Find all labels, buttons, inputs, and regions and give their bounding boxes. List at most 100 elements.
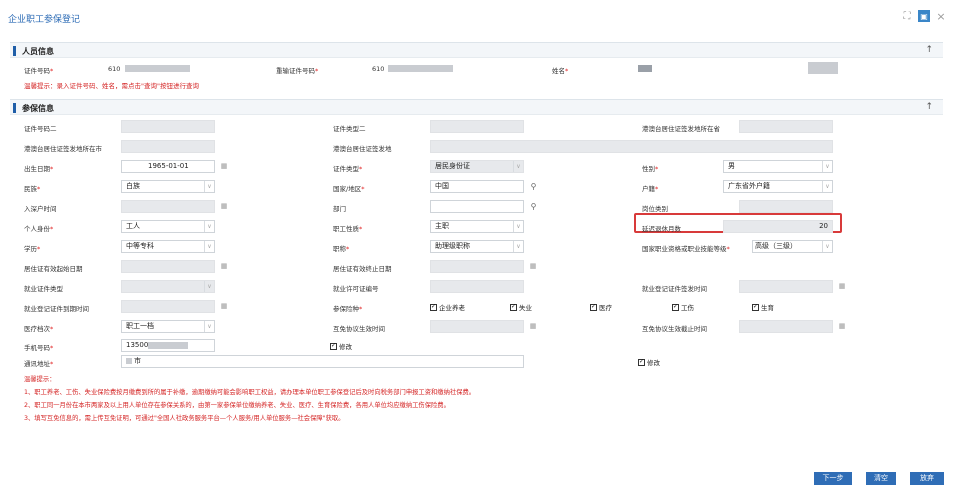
hk-city-input [121, 140, 215, 153]
window-titlebar: 企业职工参保登记 ⛶ ▣ × [0, 0, 953, 34]
pension-checkbox[interactable]: ✓ 企业养老 [430, 302, 465, 312]
collapse-icon[interactable]: ↑ [925, 45, 933, 55]
country-input[interactable]: 中国 [430, 180, 524, 193]
hukou-label: 户籍* [642, 185, 659, 193]
ethnicity-select[interactable]: 白族 ∨ [121, 180, 215, 193]
emp-issue-input [739, 280, 833, 293]
calendar-icon[interactable]: ▦ [219, 201, 229, 212]
chevron-down-icon: ∨ [822, 181, 832, 192]
id2-label: 证件号码二 [24, 125, 57, 133]
hk-province-label: 港澳台居住证签发地所在省 [642, 125, 720, 133]
id-label: 证件号码* [24, 67, 54, 75]
calendar-icon[interactable]: ▦ [219, 301, 229, 312]
dept-label: 部门 [333, 205, 346, 213]
notes-title: 温馨提示： [24, 376, 56, 383]
identity-label: 个人身份* [24, 225, 54, 233]
calendar-icon[interactable]: ▦ [528, 321, 538, 332]
repeat-id-input[interactable]: 610 [372, 65, 384, 73]
id-masked-value [125, 65, 190, 72]
emp-permit-input [430, 280, 524, 293]
job-nature-select[interactable]: 主职 ∨ [430, 220, 524, 233]
name-masked-value[interactable] [638, 65, 652, 72]
chevron-down-icon: ∨ [822, 161, 832, 172]
education-label: 学历* [24, 245, 41, 253]
gender-select[interactable]: 男 ∨ [723, 160, 833, 173]
address-input[interactable]: 市 [121, 355, 524, 368]
res-start-label: 居住证有效起始日期 [24, 265, 83, 273]
person-section-title: 人员信息 [22, 47, 54, 56]
mobile-masked-value [148, 342, 188, 349]
id-type2-label: 证件类型二 [333, 125, 366, 133]
qualification-label: 国家职业资格或职业技能等级* [642, 245, 730, 253]
calendar-icon[interactable]: ▦ [528, 261, 538, 272]
notes-line-1: 1、职工养老、工伤、失业保险费按月缴费到所的属于补缴，逾期缴纳可能会影响职工权益… [24, 389, 476, 396]
qualification-select[interactable]: 高级（三级） ∨ [752, 240, 833, 253]
entry-time-label: 入深户时间 [24, 205, 57, 213]
id-type2-input [430, 120, 524, 133]
hk-place-label: 港澳台居住证签发地 [333, 145, 392, 153]
job-nature-label: 职工性质* [333, 225, 363, 233]
section-marker [13, 103, 16, 113]
injury-checkbox[interactable]: ✓ 工伤 [672, 302, 694, 312]
maximize-icon[interactable]: ▣ [918, 10, 930, 22]
clear-button[interactable]: 清空 [866, 472, 896, 485]
abandon-button[interactable]: 放弃 [910, 472, 944, 485]
insurance-section-title: 参保信息 [22, 104, 54, 113]
calendar-icon[interactable]: ▦ [837, 321, 847, 332]
chevron-down-icon: ∨ [513, 161, 523, 172]
chevron-down-icon: ∨ [513, 241, 523, 252]
chevron-down-icon: ∨ [513, 221, 523, 232]
notes-line-2: 2、职工同一月份在本市两家及以上用人单位存在参保关系的，由第一家参保单位缴纳养老… [24, 402, 450, 409]
id-type-select[interactable]: 居民身份证 ∨ [430, 160, 524, 173]
hukou-select[interactable]: 广东省外户籍 ∨ [723, 180, 833, 193]
emp-type-label: 就业证件类型 [24, 285, 63, 293]
res-end-label: 居住证有效终止日期 [333, 265, 392, 273]
medical-checkbox[interactable]: ✓ 医疗 [590, 302, 612, 312]
person-section-header[interactable]: 人员信息 ↑ [10, 42, 943, 58]
calendar-icon[interactable]: ▦ [219, 161, 229, 172]
insurance-types-label: 参保险种* [333, 305, 363, 313]
res-end-input [430, 260, 524, 273]
calendar-icon[interactable]: ▦ [219, 261, 229, 272]
repeat-id-label: 重输证件号码* [276, 67, 319, 75]
chevron-down-icon: ∨ [204, 181, 214, 192]
collapse-icon[interactable]: ↑ [925, 102, 933, 112]
close-icon[interactable]: × [935, 10, 947, 23]
notes-line-3: 3、填写互免信息的，需上传互免证明，可通过"全国人社政务服务平台—个人服务/用人… [24, 415, 345, 422]
search-icon[interactable]: ⚲ [528, 201, 539, 212]
address-label: 通讯地址* [24, 360, 54, 368]
education-select[interactable]: 中等专科 ∨ [121, 240, 215, 253]
exempt-end-input [739, 320, 833, 333]
chevron-down-icon: ∨ [204, 281, 214, 292]
unemployment-checkbox[interactable]: ✓ 失业 [510, 302, 532, 312]
name-label: 姓名* [552, 67, 569, 75]
chevron-down-icon: ∨ [204, 321, 214, 332]
repeat-id-masked-value [388, 65, 453, 72]
id-input[interactable]: 610 [108, 65, 120, 73]
restore-icon[interactable]: ⛶ [901, 10, 913, 22]
entry-time-input [121, 200, 215, 213]
exempt-start-input [430, 320, 524, 333]
modify-address-checkbox[interactable]: ✓ 修改 [638, 357, 660, 367]
identity-select[interactable]: 工人 ∨ [121, 220, 215, 233]
title-select[interactable]: 助理级职称 ∨ [430, 240, 524, 253]
hk-province-input [739, 120, 833, 133]
gender-label: 性别* [642, 165, 659, 173]
maternity-checkbox[interactable]: ✓ 生育 [752, 302, 774, 312]
medical-level-select[interactable]: 职工一档 ∨ [121, 320, 215, 333]
exempt-start-label: 互免协议生效时间 [333, 325, 385, 333]
next-button[interactable]: 下一步 [814, 472, 852, 485]
post-label: 岗位类别 [642, 205, 668, 213]
chevron-down-icon: ∨ [204, 241, 214, 252]
search-icon[interactable]: ⚲ [528, 181, 539, 192]
emp-issue-label: 就业登记证件签发时间 [642, 285, 707, 293]
hk-city-label: 港澳台居住证签发地所在市 [24, 145, 102, 153]
exempt-end-label: 互免协议生效截止时间 [642, 325, 707, 333]
delay-months-value: 20 [723, 220, 833, 233]
dept-input[interactable] [430, 200, 524, 213]
calendar-icon[interactable]: ▦ [837, 281, 847, 292]
birth-input[interactable]: 1965-01-01 [121, 160, 215, 173]
insurance-section-header[interactable]: 参保信息 ↑ [10, 99, 943, 115]
modify-mobile-checkbox[interactable]: ✓ 修改 [330, 341, 352, 351]
query-button[interactable] [808, 62, 838, 74]
